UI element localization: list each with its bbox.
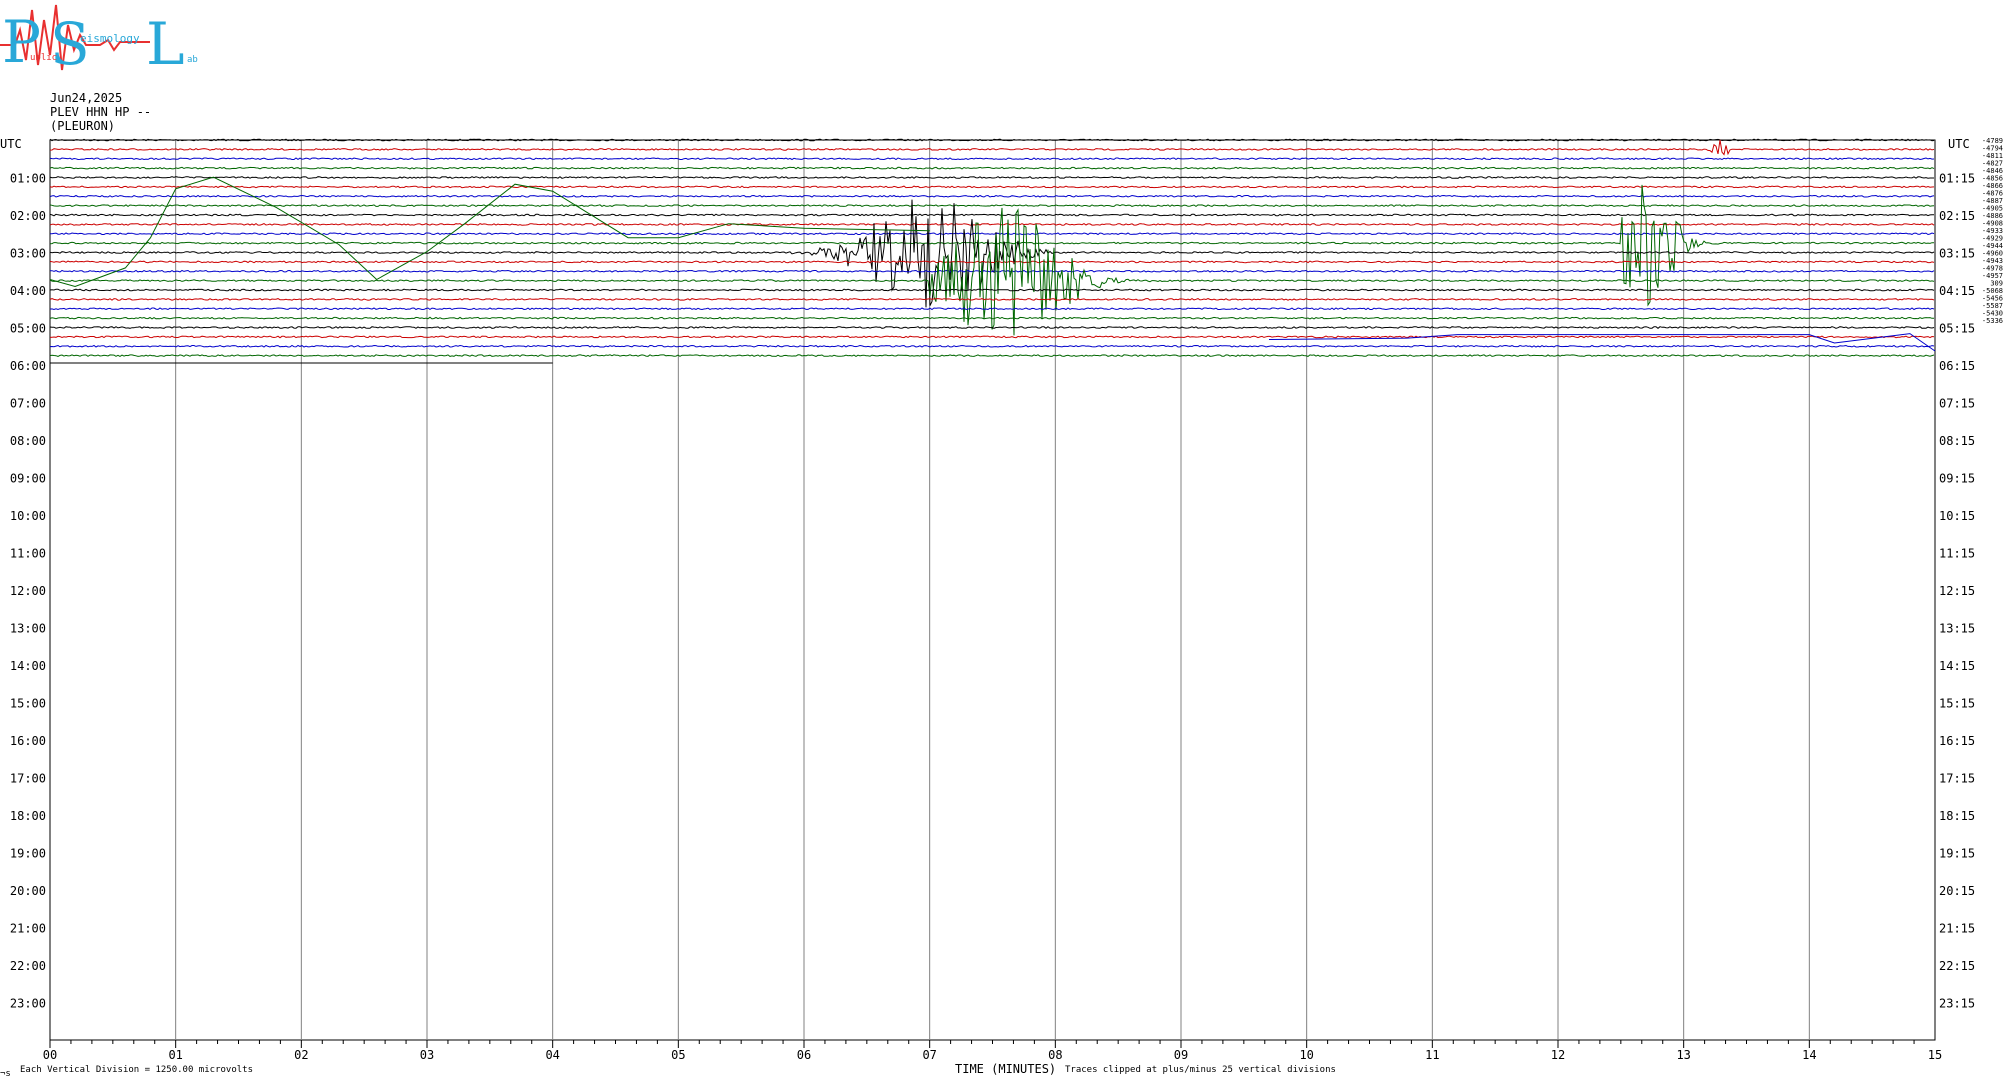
seismic-trace [49, 298, 1935, 301]
x-tick-label: 07 [922, 1048, 936, 1062]
left-hour-label: 13:00 [10, 622, 46, 636]
left-hour-label: 10:00 [10, 509, 46, 523]
seismic-trace [49, 213, 1934, 217]
left-hour-label: 20:00 [10, 884, 46, 898]
trace-offset-label: -5336 [1982, 317, 2003, 325]
left-hour-label: 21:00 [10, 922, 46, 936]
x-tick-label: 02 [294, 1048, 308, 1062]
right-hour-label: 16:15 [1939, 734, 1975, 748]
right-hour-label: 07:15 [1939, 397, 1975, 411]
left-hour-label: 01:00 [10, 172, 46, 186]
right-hour-label: 20:15 [1939, 884, 1975, 898]
seismic-trace [49, 138, 1935, 142]
left-hour-label: 11:00 [10, 547, 46, 561]
seismic-trace [49, 194, 1935, 198]
x-tick-label: 13 [1676, 1048, 1690, 1062]
right-hour-label: 08:15 [1939, 434, 1975, 448]
right-hour-label: 23:15 [1939, 997, 1975, 1011]
left-hour-label: 23:00 [10, 997, 46, 1011]
right-hour-label: 09:15 [1939, 472, 1975, 486]
seismic-trace [49, 288, 1935, 292]
right-hour-label: 03:15 [1939, 247, 1975, 261]
x-tick-label: 15 [1928, 1048, 1942, 1062]
left-hour-label: 04:00 [10, 284, 46, 298]
left-hour-label: 09:00 [10, 472, 46, 486]
x-tick-label: 08 [1048, 1048, 1062, 1062]
right-hour-label: 06:15 [1939, 359, 1975, 373]
left-hour-label: 05:00 [10, 322, 46, 336]
right-hour-label: 01:15 [1939, 172, 1975, 186]
x-tick-label: 03 [420, 1048, 434, 1062]
seismic-trace [49, 222, 1935, 226]
right-hour-label: 12:15 [1939, 584, 1975, 598]
seismic-trace [49, 176, 1934, 179]
seismic-trace [49, 204, 1935, 208]
right-hour-label: 22:15 [1939, 959, 1975, 973]
left-hour-label: 06:00 [10, 359, 46, 373]
left-hour-label: 07:00 [10, 397, 46, 411]
right-hour-label: 19:15 [1939, 847, 1975, 861]
right-hour-label: 04:15 [1939, 284, 1975, 298]
seismic-trace [49, 166, 1935, 170]
right-hour-label: 17:15 [1939, 772, 1975, 786]
seismic-trace [49, 354, 1935, 358]
footer-mark: ¬s [0, 1069, 11, 1079]
left-hour-label: 18:00 [10, 809, 46, 823]
vertical-division-note: Each Vertical Division = 1250.00 microvo… [20, 1065, 253, 1075]
seismic-trace [49, 139, 1935, 156]
right-hour-label: 11:15 [1939, 547, 1975, 561]
left-hour-label: 15:00 [10, 697, 46, 711]
left-hour-label: 19:00 [10, 847, 46, 861]
left-hour-label: 12:00 [10, 584, 46, 598]
seismic-trace [49, 335, 1935, 339]
x-tick-label: 11 [1425, 1048, 1439, 1062]
plot-frame [49, 139, 1936, 1041]
left-hour-label: 08:00 [10, 434, 46, 448]
left-hour-label: 22:00 [10, 959, 46, 973]
seismic-trace [49, 157, 1935, 161]
x-tick-label: 14 [1802, 1048, 1816, 1062]
left-hour-label: 16:00 [10, 734, 46, 748]
left-hour-label: 02:00 [10, 209, 46, 223]
x-tick-label: 00 [43, 1048, 57, 1062]
x-tick-label: 04 [545, 1048, 559, 1062]
right-hour-label: 02:15 [1939, 209, 1975, 223]
left-hour-label: 14:00 [10, 659, 46, 673]
seismic-trace [49, 307, 1935, 311]
seismogram-chart: 00 01 02 03 04 05 06 07 08 09 10 11 12 13 14 15 01:00 02:… [10, 137, 2003, 1062]
x-tick-label: 06 [797, 1048, 811, 1062]
clip-note: Traces clipped at plus/minus 25 vertical… [1065, 1065, 1336, 1075]
x-tick-label: 01 [168, 1048, 182, 1062]
right-hour-label: 14:15 [1939, 659, 1975, 673]
x-tick-label: 10 [1299, 1048, 1313, 1062]
right-hour-label: 05:15 [1939, 322, 1975, 336]
x-tick-label: 12 [1551, 1048, 1565, 1062]
right-hour-label: 21:15 [1939, 922, 1975, 936]
left-hour-label: 17:00 [10, 772, 46, 786]
left-hour-label: 03:00 [10, 247, 46, 261]
right-hour-label: 10:15 [1939, 509, 1975, 523]
seismic-trace [49, 185, 1935, 189]
x-tick-label: 05 [671, 1048, 685, 1062]
right-hour-label: 13:15 [1939, 622, 1975, 636]
x-axis-title: TIME (MINUTES) [955, 1062, 1057, 1076]
seismic-trace [49, 184, 1935, 307]
right-hour-label: 15:15 [1939, 697, 1975, 711]
right-hour-label: 18:15 [1939, 809, 1975, 823]
seismic-trace [49, 344, 1935, 348]
x-tick-label: 09 [1174, 1048, 1188, 1062]
